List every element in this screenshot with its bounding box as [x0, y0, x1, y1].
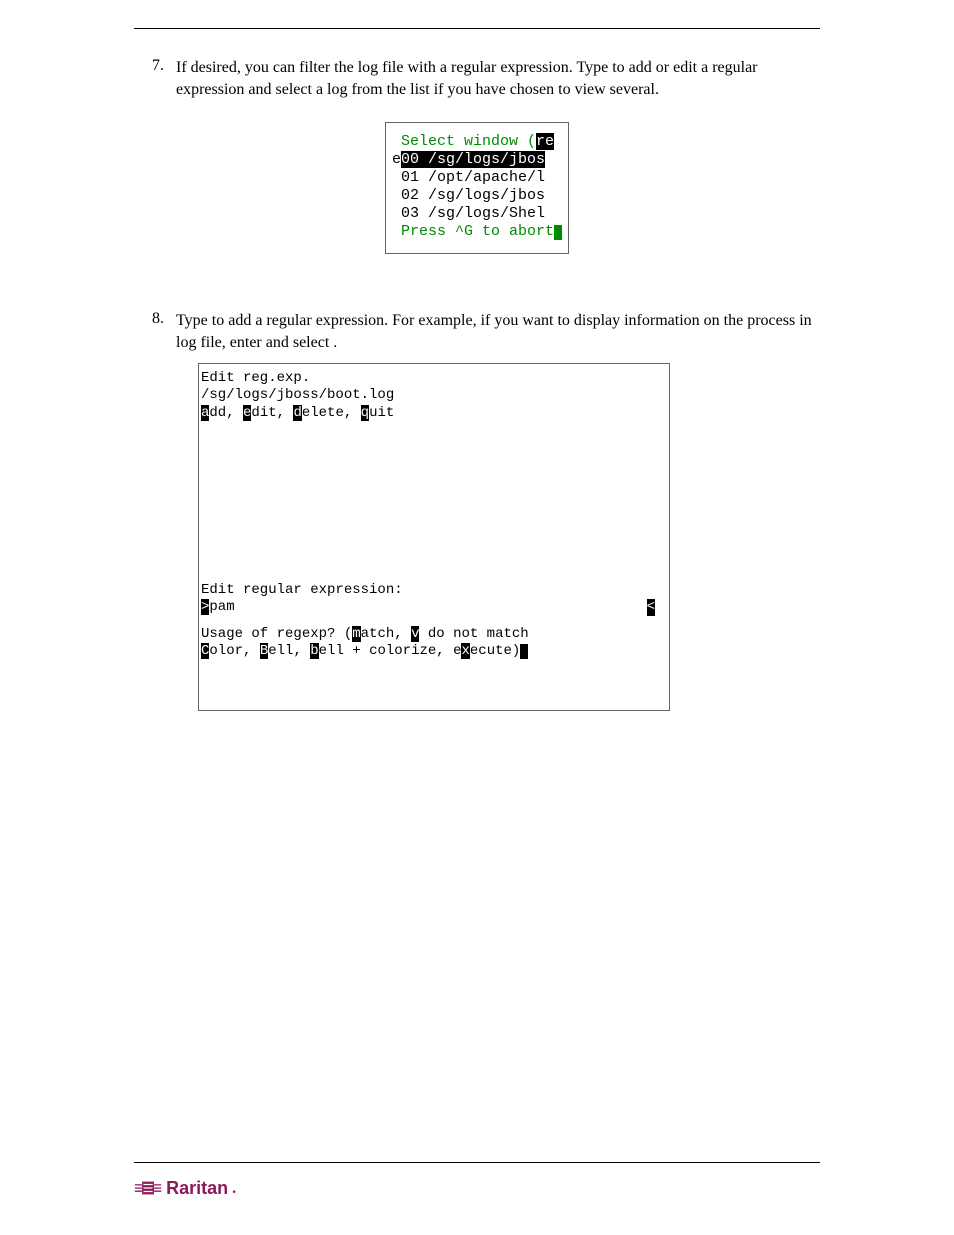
- term1-title-pre: Select window (: [392, 133, 536, 150]
- steps-list: 7. If desired, you can filter the log fi…: [134, 57, 820, 100]
- step-8-text-d: log file, enter: [176, 334, 266, 351]
- term1-abort: Press ^G to abort: [392, 223, 554, 240]
- term2-l3: add, edit, delete, quit: [201, 405, 669, 422]
- step-7-number: 7.: [134, 57, 176, 100]
- step-8: 8. Type to add a regular expression. For…: [134, 310, 820, 353]
- term2-gap: [201, 422, 669, 582]
- step-8-text-b: to add a regular expression. For example…: [212, 312, 747, 329]
- step-8-body: Type to add a regular expression. For ex…: [176, 310, 820, 353]
- term2-input-end: <: [647, 599, 655, 616]
- term2-l6-b: olor,: [209, 643, 259, 659]
- term2-l6: Color, Bell, bell + colorize, execute): [201, 643, 669, 660]
- footer-logo: ≡≣≡ Raritan.: [134, 1178, 236, 1199]
- term2-l6-g: x: [461, 643, 469, 659]
- step-8-text-a: Type: [176, 312, 212, 329]
- term2-spacer: [201, 616, 669, 626]
- term2-cursor: [520, 644, 528, 659]
- term2-input-value: pam: [209, 599, 234, 615]
- step-8-text-e: and select: [266, 334, 334, 351]
- top-rule: [134, 28, 820, 29]
- term1-cursor: [554, 225, 562, 240]
- step-8-text-c: process in: [747, 312, 811, 329]
- term2-l4: Edit regular expression:: [201, 582, 669, 599]
- term2-l5: Usage of regexp? (match, v do not match: [201, 626, 669, 643]
- term1-row3: 03 /sg/logs/Shel: [392, 205, 545, 222]
- term1-row1: 01 /opt/apache/l: [392, 169, 545, 186]
- term2-l2: /sg/logs/jboss/boot.log: [201, 387, 669, 404]
- step-8-text-f: .: [333, 334, 337, 351]
- steps-list-2: 8. Type to add a regular expression. For…: [134, 310, 820, 353]
- term2-l3-d: dit,: [251, 405, 293, 421]
- bottom-rule: [134, 1162, 820, 1163]
- terminal-select-window: Select window (re e00 /sg/logs/jbos 01 /…: [385, 122, 569, 254]
- step-7-text-a: If desired, you can filter the log file …: [176, 59, 612, 76]
- term2-l6-d: ell,: [268, 643, 310, 659]
- term2-l3-g: q: [361, 405, 369, 421]
- term2-bottom-pad: [201, 660, 669, 704]
- term2-l6-f: ell + colorize, e: [319, 643, 462, 659]
- term2-l1: Edit reg.exp.: [201, 370, 669, 387]
- logo-glyph-icon: ≡≣≡: [134, 1178, 158, 1199]
- term1-title-inv: re: [536, 133, 554, 150]
- step-7-body: If desired, you can filter the log file …: [176, 57, 820, 100]
- term1-row2: 02 /sg/logs/jbos: [392, 187, 545, 204]
- term2-input-row: >pam <: [201, 599, 669, 616]
- term2-l3-f: elete,: [302, 405, 361, 421]
- term1-row0-selected: 00 /sg/logs/jbos: [401, 151, 545, 168]
- term2-l5-e: do not match: [419, 626, 528, 642]
- term2-l6-c: B: [260, 643, 268, 659]
- term2-l5-a: Usage of regexp? (: [201, 626, 352, 642]
- step-7: 7. If desired, you can filter the log fi…: [134, 57, 820, 100]
- term2-l6-e: b: [310, 643, 318, 659]
- logo-dot: .: [232, 1180, 236, 1198]
- step-8-number: 8.: [134, 310, 176, 353]
- term1-row0-prefix: e: [392, 151, 401, 168]
- term2-l3-e: d: [293, 405, 301, 421]
- term2-l6-h: ecute): [470, 643, 520, 659]
- term2-l5-b: m: [352, 626, 360, 642]
- term2-l3-h: uit: [369, 405, 394, 421]
- term2-l3-b: dd,: [209, 405, 243, 421]
- terminal-edit-regexp: Edit reg.exp. /sg/logs/jboss/boot.log ad…: [198, 363, 670, 711]
- logo-brand: Raritan: [166, 1178, 228, 1199]
- term2-l5-c: atch,: [361, 626, 411, 642]
